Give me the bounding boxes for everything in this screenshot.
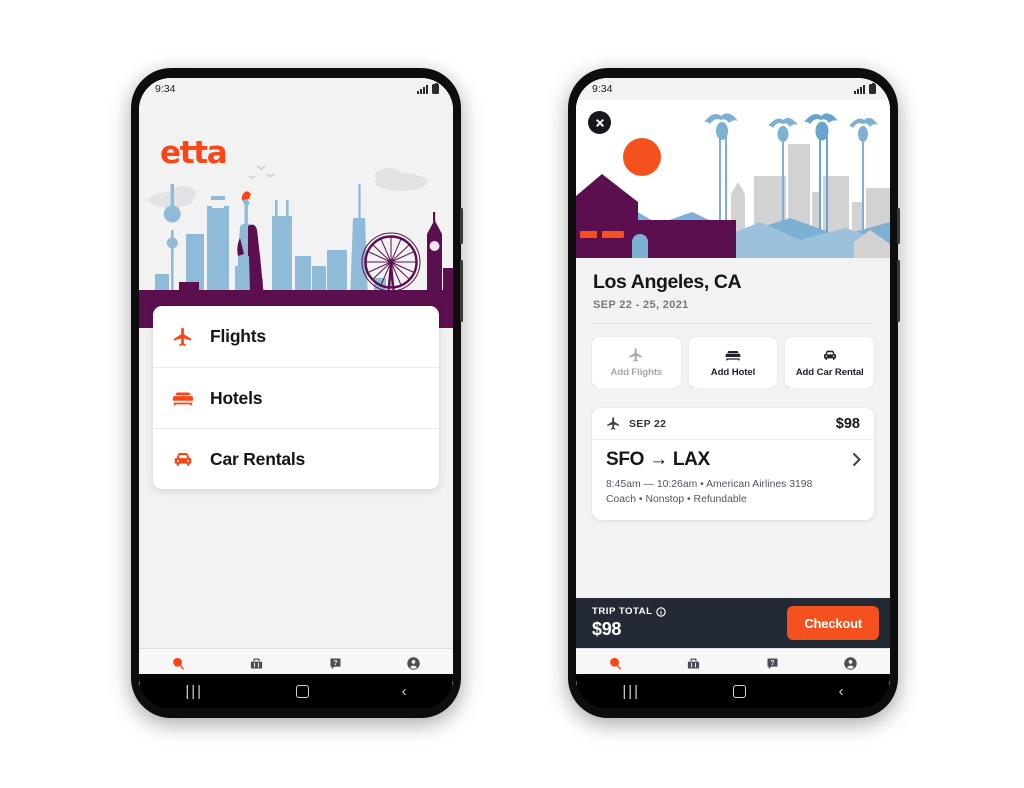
svg-text:?: ? [333, 659, 337, 666]
trip-header: Los Angeles, CA SEP 22 - 25, 2021 [576, 258, 890, 324]
home-icon[interactable] [732, 684, 746, 698]
checkout-button[interactable]: Checkout [787, 606, 879, 640]
signal-bars-icon [854, 84, 865, 94]
flight-detail-line-1: 8:45am — 10:26am • American Airlines 319… [606, 479, 813, 490]
bed-icon [172, 387, 194, 409]
question-chat-icon: ? [330, 658, 341, 669]
briefcase-icon [251, 658, 263, 668]
airplane-icon [629, 348, 643, 362]
flight-detail-line-2: Coach • Nonstop • Refundable [606, 494, 747, 506]
menu-item-hotels[interactable]: Hotels [153, 367, 439, 428]
svg-text:?: ? [770, 659, 774, 666]
back-icon[interactable]: ‹ [839, 684, 844, 699]
search-icon [609, 657, 621, 670]
menu-item-label: Car Rentals [210, 448, 306, 469]
volume-button[interactable] [897, 208, 900, 244]
question-chat-icon: ? [767, 658, 778, 669]
android-navigation-bar: ||| ‹ [139, 674, 453, 708]
trip-total-group: TRIP TOTAL $98 [592, 606, 667, 640]
back-icon[interactable]: ‹ [402, 684, 407, 699]
button-label: Add Car Rental [795, 367, 864, 378]
person-circle-icon [407, 656, 420, 670]
app-content-trip: Los Angeles, CA SEP 22 - 25, 2021 Add Fl… [576, 100, 890, 688]
trip-date-range: SEP 22 - 25, 2021 [593, 299, 689, 311]
flight-details: 8:45am — 10:26am • American Airlines 319… [606, 477, 860, 507]
screen-trip-detail: 9:34 Los Angeles, CA SEP 22 - 25, 2021 A… [576, 78, 890, 688]
phone-device-right: 9:34 Los Angeles, CA SEP 22 - 25, 2021 A… [568, 68, 900, 718]
recents-icon[interactable]: ||| [622, 684, 640, 699]
recents-icon[interactable]: ||| [185, 684, 203, 699]
home-icon[interactable] [295, 684, 309, 698]
trip-total-amount: $98 [592, 619, 622, 639]
menu-item-flights[interactable]: Flights [153, 306, 439, 367]
status-time: 9:34 [155, 83, 176, 95]
power-button[interactable] [897, 260, 900, 322]
info-icon[interactable] [656, 606, 667, 617]
power-button[interactable] [460, 260, 463, 322]
booking-menu-card: Flights Hotels Car Rentals [153, 306, 439, 489]
flight-card[interactable]: SEP 22 $98 SFO → LAX 8:45am — 10:26am • … [592, 408, 874, 521]
flight-price: $98 [835, 415, 860, 432]
menu-item-car-rentals[interactable]: Car Rentals [153, 428, 439, 489]
menu-item-label: Flights [210, 326, 266, 346]
car-icon [172, 448, 194, 470]
battery-icon [869, 82, 876, 94]
car-icon [823, 350, 836, 360]
trip-total-bar: TRIP TOTAL $98 Checkout [576, 598, 890, 648]
briefcase-icon [688, 658, 700, 668]
hero-world-skyline: etta [139, 100, 453, 328]
add-segment-actions: Add Flights Add Hotel Add Car Rental [576, 324, 890, 388]
phone-device-left: 9:34 etta Flights Hotels Car Rentals ? |… [131, 68, 463, 718]
button-label: Add Flights [610, 367, 663, 378]
trip-total-label: TRIP TOTAL [592, 606, 653, 617]
world-skyline-illustration [139, 165, 453, 328]
status-bar: 9:34 [576, 78, 890, 100]
status-time: 9:34 [592, 83, 613, 95]
status-bar: 9:34 [139, 78, 453, 100]
flight-card-header: SEP 22 $98 [592, 408, 874, 440]
add-flights-button[interactable]: Add Flights [592, 337, 681, 388]
add-car-rental-button[interactable]: Add Car Rental [785, 337, 875, 388]
flight-card-body: SFO → LAX 8:45am — 10:26am • American Ai… [592, 440, 874, 520]
android-navigation-bar: ||| ‹ [576, 674, 890, 708]
flight-date-group: SEP 22 [606, 416, 666, 431]
chevron-right-icon[interactable] [852, 452, 861, 467]
hero-los-angeles [576, 100, 890, 258]
person-circle-icon [844, 656, 857, 670]
trip-city-title: Los Angeles, CA [593, 271, 742, 293]
flight-date: SEP 22 [629, 417, 667, 430]
airplane-icon [172, 326, 194, 348]
menu-item-label: Hotels [210, 387, 263, 408]
screenshot-canvas: 9:34 etta Flights Hotels Car Rentals ? |… [0, 0, 1024, 788]
volume-button[interactable] [460, 208, 463, 244]
trip-total-label-row: TRIP TOTAL [592, 606, 667, 617]
status-icons [417, 82, 439, 94]
battery-icon [432, 82, 439, 94]
airplane-icon [607, 417, 620, 430]
status-icons [854, 82, 876, 94]
button-label: Add Hotel [710, 367, 756, 378]
screen-book-home: 9:34 etta Flights Hotels Car Rentals ? [139, 78, 453, 688]
search-icon [172, 657, 184, 670]
signal-bars-icon [417, 84, 428, 94]
app-content-book: etta Flights Hotels Car Rentals ? [139, 100, 453, 688]
flight-route: SFO → LAX [606, 449, 710, 470]
close-icon[interactable] [588, 111, 611, 134]
bed-icon [725, 351, 741, 361]
sun-shape [623, 138, 661, 176]
los-angeles-illustration [576, 100, 890, 258]
itinerary-list: SEP 22 $98 SFO → LAX 8:45am — 10:26am • … [576, 388, 890, 598]
add-hotel-button[interactable]: Add Hotel [688, 337, 778, 388]
